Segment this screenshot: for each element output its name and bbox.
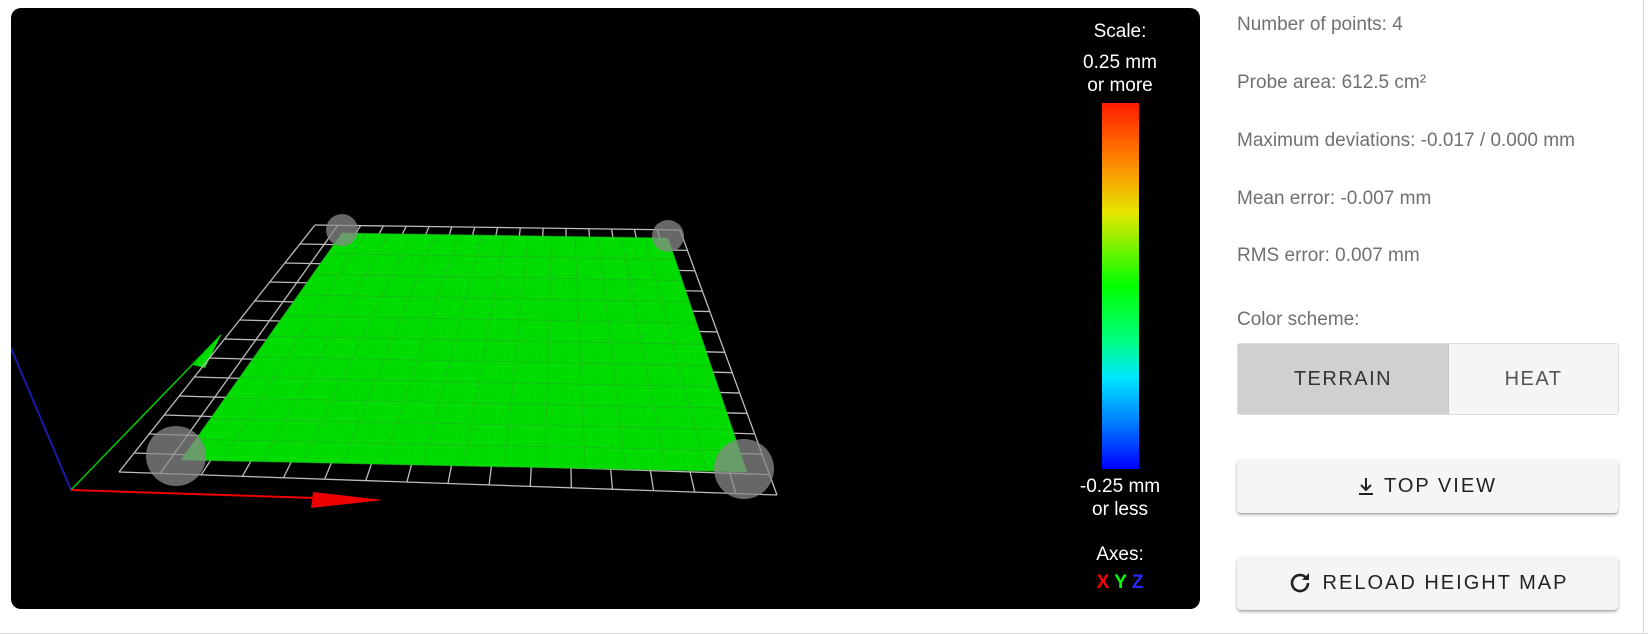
- color-scheme-toggle: TERRAIN HEAT: [1237, 343, 1619, 415]
- download-arrow-icon: [1358, 476, 1374, 496]
- probe-point-marker: [714, 439, 774, 499]
- y-axis-arrowhead: [193, 335, 221, 368]
- probe-point-marker: [326, 214, 358, 246]
- scale-min-label: -0.25 mm: [1079, 476, 1161, 497]
- height-map-viewer[interactable]: Scale: 0.25 mm or more -0.25 mm or less …: [11, 8, 1200, 609]
- axes-legend-title: Axes:: [1096, 544, 1144, 565]
- reload-height-map-label: RELOAD HEIGHT MAP: [1322, 571, 1569, 594]
- axis-z-label: Z: [1131, 572, 1144, 593]
- terrain-scheme-button[interactable]: TERRAIN: [1238, 344, 1449, 414]
- axis-y-label: Y: [1114, 572, 1127, 593]
- scale-title: Scale:: [1093, 21, 1147, 42]
- axis-x-label: X: [1096, 572, 1110, 593]
- number-of-points: Number of points: 4: [1237, 14, 1403, 35]
- probe-point-marker: [652, 220, 684, 252]
- probe-area: Probe area: 612.5 cm²: [1237, 72, 1427, 93]
- scale-min-label-suffix: or less: [1092, 499, 1148, 520]
- heat-scheme-button[interactable]: HEAT: [1449, 344, 1618, 414]
- height-map-3d-scene[interactable]: [11, 8, 1200, 609]
- z-axis-line: [11, 347, 72, 491]
- axes-legend: X Y Z: [1070, 572, 1170, 594]
- refresh-icon: [1287, 570, 1313, 596]
- top-view-label: TOP VIEW: [1383, 474, 1498, 497]
- reload-height-map-button[interactable]: RELOAD HEIGHT MAP: [1237, 556, 1618, 610]
- grid-line: [118, 471, 778, 496]
- top-view-button[interactable]: TOP VIEW: [1237, 459, 1618, 513]
- color-scale-legend: Scale: 0.25 mm or more -0.25 mm or less: [1070, 20, 1170, 521]
- x-axis-arrowhead: [311, 492, 383, 508]
- right-divider: [1643, 0, 1644, 634]
- scale-max-label-suffix: or more: [1087, 75, 1153, 96]
- probe-point-marker: [146, 426, 206, 486]
- height-map-surface: [181, 233, 747, 472]
- maximum-deviations: Maximum deviations: -0.017 / 0.000 mm: [1237, 130, 1575, 151]
- rms-error: RMS error: 0.007 mm: [1237, 245, 1420, 266]
- color-scheme-label: Color scheme:: [1237, 309, 1360, 330]
- scale-max-label: 0.25 mm: [1083, 52, 1157, 73]
- mean-error: Mean error: -0.007 mm: [1237, 188, 1432, 209]
- color-gradient-bar: [1101, 103, 1139, 469]
